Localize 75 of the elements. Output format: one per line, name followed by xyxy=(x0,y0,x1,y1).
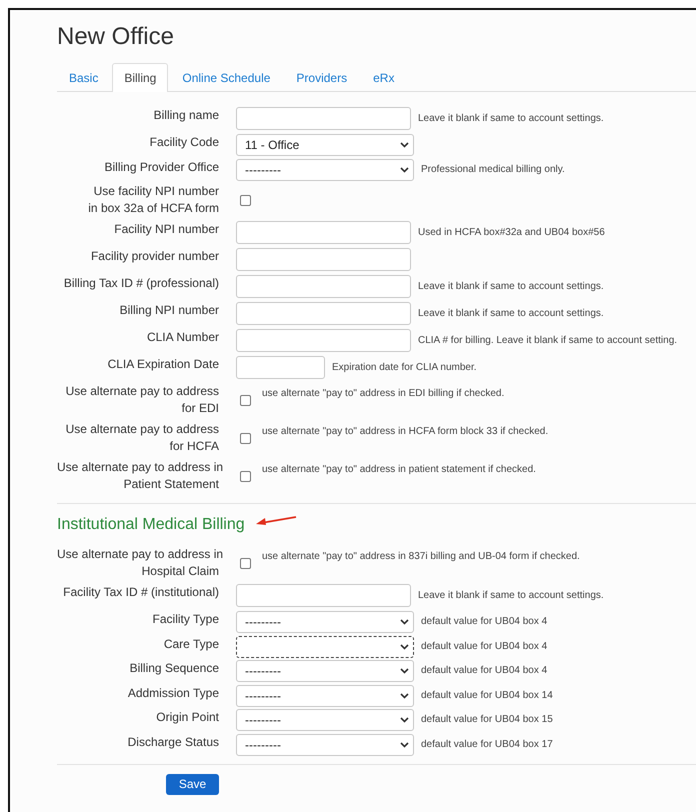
field-label: Addmission Type xyxy=(126,684,219,702)
text-field[interactable] xyxy=(236,248,411,271)
field-label: Facility NPI number xyxy=(113,221,219,238)
chevron-icon xyxy=(400,692,409,698)
hint-text: use alternate "pay to" address in patient statement if checked. xyxy=(262,463,536,477)
hint-text: default value for UB04 box 17 xyxy=(421,738,553,752)
field-label: Billing name xyxy=(152,107,219,124)
field-label: CLIA Expiration Date xyxy=(106,356,219,373)
hint-text: Expiration date for CLIA number. xyxy=(332,360,477,374)
field-label: Facility provider number xyxy=(90,248,219,265)
dropdown[interactable]: --------- xyxy=(236,734,414,756)
hint-text: default value for UB04 box 15 xyxy=(421,713,553,727)
checkbox[interactable] xyxy=(240,470,251,482)
tab[interactable]: Providers xyxy=(284,63,360,91)
field-label: Care Type xyxy=(162,636,219,652)
dropdown[interactable]: --------- xyxy=(236,158,414,180)
chevron-icon xyxy=(400,668,409,674)
chevron-icon xyxy=(400,742,409,748)
annotation-arrow xyxy=(254,515,297,527)
hint-text: use alternate "pay to" address in HCFA form block 33 if checked. xyxy=(262,425,548,439)
chevron-icon xyxy=(400,717,409,723)
checkbox[interactable] xyxy=(240,432,251,444)
field-label: Billing Sequence xyxy=(128,660,219,677)
text-field[interactable] xyxy=(236,275,411,298)
tab[interactable]: Online Schedule xyxy=(170,63,282,91)
dropdown[interactable]: 11 - Office xyxy=(236,134,414,156)
field-label: Origin Point xyxy=(155,709,219,726)
hint-text: Professional medical billing only. xyxy=(421,162,565,176)
tab[interactable]: Billing xyxy=(112,63,168,92)
field-label: Facility Tax ID # (institutional) xyxy=(62,584,219,601)
field-label: Billing Provider Office xyxy=(104,158,219,176)
hint-text: default value for UB04 box 4 xyxy=(421,615,548,629)
text-field[interactable] xyxy=(236,584,411,607)
checkbox[interactable] xyxy=(240,394,251,406)
hint-text: Leave it blank if same to account settings. xyxy=(418,112,604,126)
tab[interactable]: eRx xyxy=(361,63,406,91)
hint-text: Leave it blank if same to account settings. xyxy=(418,280,604,294)
field-label: Billing NPI number xyxy=(118,302,219,319)
hint-text: use alternate "pay to" address in EDI billing if checked. xyxy=(262,387,504,401)
hint-text: default value for UB04 box 4 xyxy=(421,664,548,678)
text-field[interactable] xyxy=(236,107,411,130)
date-field[interactable] xyxy=(236,356,325,379)
field-label: Billing Tax ID # (professional) xyxy=(62,275,219,292)
chevron-icon xyxy=(400,644,409,650)
hint-text: Leave it blank if same to account settings. xyxy=(418,306,604,320)
dropdown[interactable]: --------- xyxy=(236,611,414,633)
field-label: Discharge Status xyxy=(126,734,219,750)
hint-text: CLIA # for billing. Leave it blank if same to account setting. xyxy=(418,334,678,348)
text-field[interactable] xyxy=(236,302,411,325)
tab[interactable]: Basic xyxy=(57,63,110,91)
text-field[interactable] xyxy=(236,329,411,352)
field-label: Use alternate pay to address for EDI xyxy=(64,383,219,417)
dropdown[interactable] xyxy=(236,636,414,658)
checkbox[interactable] xyxy=(240,558,251,568)
hint-text: use alternate "pay to" address in 837i billing and UB-04 form if checked. xyxy=(262,550,580,564)
field-label: CLIA Number xyxy=(146,329,219,346)
field-label: Facility Type xyxy=(152,611,219,628)
save-button[interactable]: Save xyxy=(166,774,219,794)
field-label: Facility Code xyxy=(148,134,219,151)
page-title: New Office xyxy=(57,22,175,52)
hint-text: default value for UB04 box 4 xyxy=(421,640,548,654)
chevron-icon xyxy=(400,142,409,148)
dropdown[interactable]: --------- xyxy=(236,660,414,682)
section-heading: Institutional Medical Billing xyxy=(57,516,245,534)
hint-text: Used in HCFA box#32a and UB04 box#56 xyxy=(418,226,605,240)
checkbox[interactable] xyxy=(240,194,251,206)
field-label: Use alternate pay to address for HCFA xyxy=(64,421,219,455)
hint-text: Leave it blank if same to account settings. xyxy=(418,588,604,602)
hint-text: default value for UB04 box 14 xyxy=(421,688,553,702)
chevron-icon xyxy=(400,619,409,625)
dropdown[interactable]: --------- xyxy=(236,709,414,731)
field-label: Use facility NPI number in box 32a of HCFA form xyxy=(87,183,219,217)
chevron-icon xyxy=(400,166,409,172)
text-field[interactable] xyxy=(236,221,411,244)
dropdown[interactable]: --------- xyxy=(236,684,414,706)
